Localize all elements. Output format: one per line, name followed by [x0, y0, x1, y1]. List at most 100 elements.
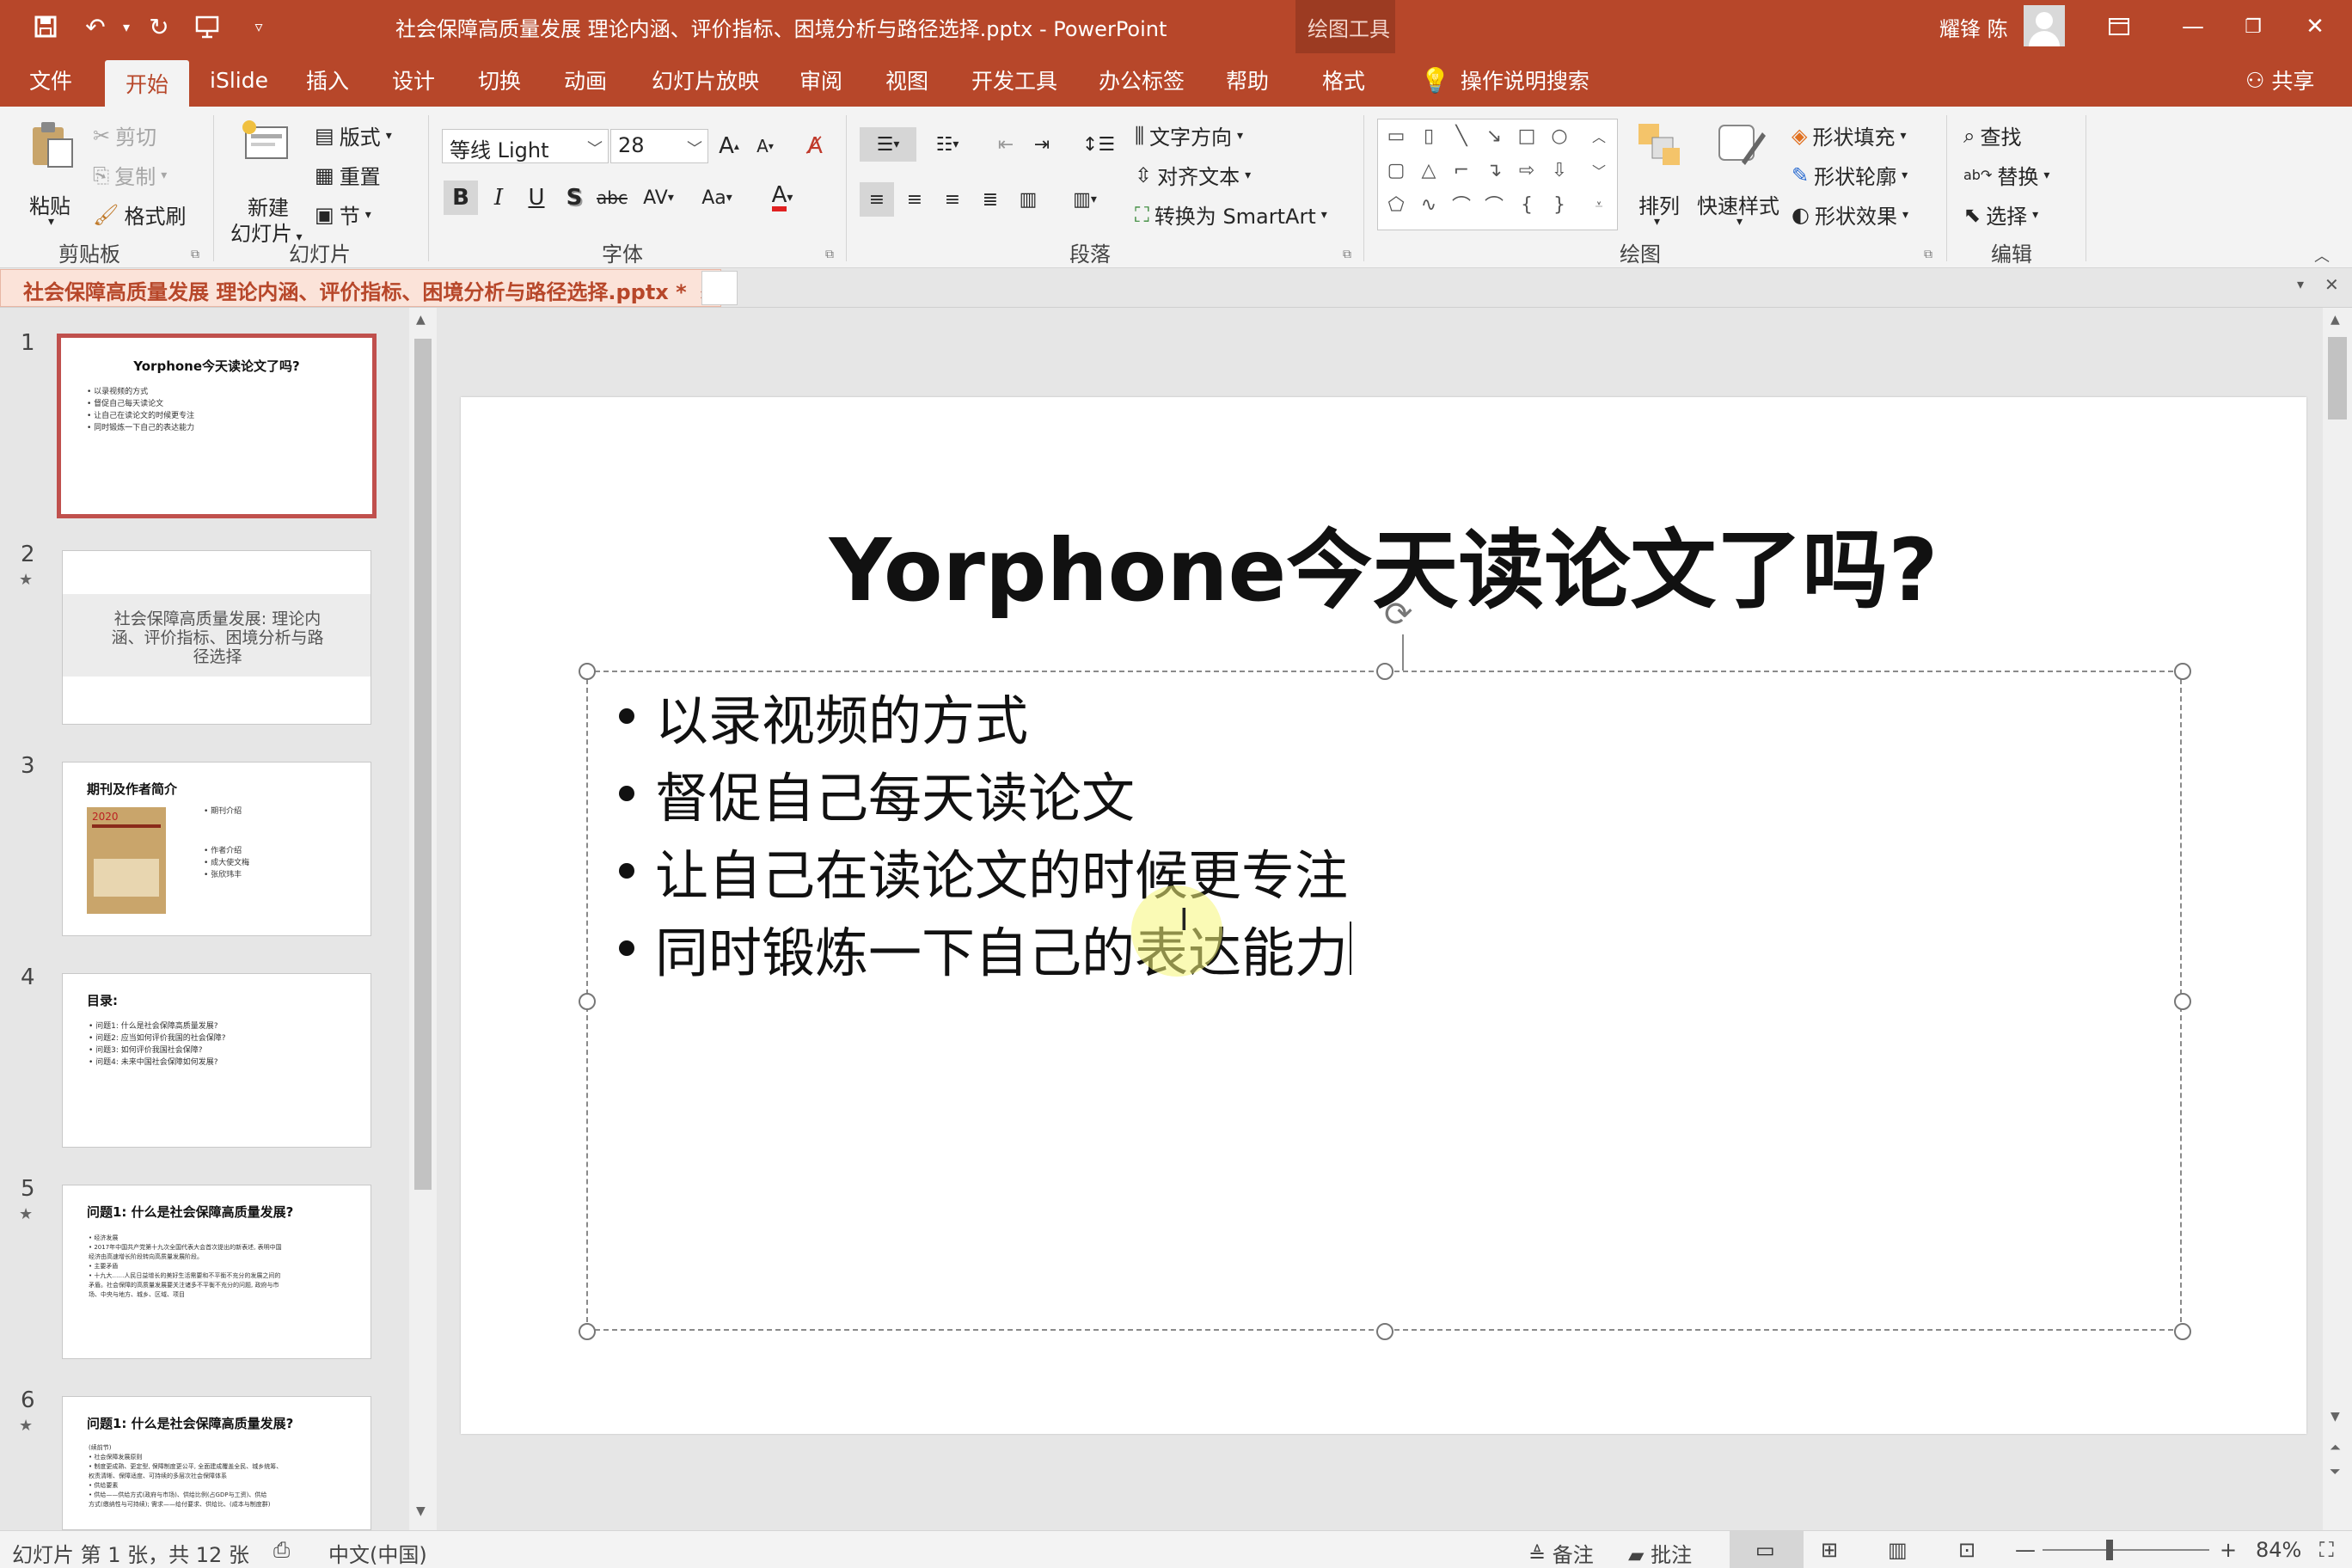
scroll-down-icon[interactable]: ▼: [2331, 1410, 2340, 1424]
tab-review[interactable]: 审阅: [799, 53, 842, 107]
tab-transitions[interactable]: 切换: [478, 53, 521, 107]
freeform-shape-icon[interactable]: ∿: [1414, 192, 1443, 217]
tab-islide[interactable]: iSlide: [210, 53, 268, 107]
textbox-shape-icon[interactable]: ▭: [1381, 123, 1411, 149]
clipboard-launcher-icon[interactable]: ⧉: [191, 248, 199, 261]
find-button[interactable]: ⌕ 查找: [1963, 120, 2021, 150]
align-text-button[interactable]: ⇳ 对齐文本 ▾: [1135, 160, 1251, 190]
elbow-arrow-shape-icon[interactable]: ↴: [1479, 157, 1509, 183]
align-center-button[interactable]: ≡: [897, 182, 932, 217]
resize-handle[interactable]: [1376, 1323, 1393, 1340]
reading-view-icon[interactable]: ▥: [1888, 1538, 1908, 1562]
shape-fill-button[interactable]: ◈ 形状填充 ▾: [1792, 120, 1907, 150]
comments-button[interactable]: ▰ 批注: [1628, 1538, 1692, 1568]
close-icon[interactable]: ✕: [2278, 0, 2352, 53]
tab-format[interactable]: 格式: [1322, 53, 1365, 107]
zoom-out-button[interactable]: —: [2015, 1538, 2036, 1562]
replace-button[interactable]: ab↷ 替换 ▾: [1963, 160, 2049, 190]
collapse-ribbon-icon[interactable]: ︿: [2314, 244, 2330, 266]
language-indicator[interactable]: 中文(中国): [328, 1538, 427, 1568]
italic-button[interactable]: I: [481, 181, 516, 215]
columns-button[interactable]: ▥ ▾: [1061, 182, 1109, 217]
save-icon[interactable]: [29, 10, 62, 43]
slide-thumbnail-4[interactable]: 目录: • 问题1: 什么是社会保障高质量发展? • 问题2: 应当如何评价我国…: [62, 973, 371, 1148]
slide-thumbnail-1[interactable]: Yorphone今天读论文了吗? • 以录视频的方式 • 督促自己每天读论文 •…: [57, 334, 377, 518]
ribbon-display-options-icon[interactable]: [2082, 0, 2156, 53]
new-slide-button[interactable]: 新建 幻灯片 ▾: [225, 119, 311, 246]
justify-button[interactable]: ≣: [973, 182, 1008, 217]
slide-thumbnail-3[interactable]: 期刊及作者简介 2020 • 期刊介绍 • 作者介绍 • 成大使文梅 • 张欣玮…: [62, 762, 371, 936]
shape-outline-button[interactable]: ✎ 形状轮廓 ▾: [1792, 160, 1908, 190]
font-size-combo[interactable]: 28 ﹀: [610, 129, 708, 163]
tab-developer[interactable]: 开发工具: [971, 53, 1057, 107]
tab-slideshow[interactable]: 幻灯片放映: [652, 53, 759, 107]
numbering-button[interactable]: ☷ ▾: [922, 127, 973, 162]
zoom-slider-thumb[interactable]: [2106, 1540, 2113, 1560]
quick-styles-button[interactable]: 快速样式 ▾: [1695, 119, 1790, 239]
content-textbox[interactable]: 以录视频的方式 督促自己每天读论文 让自己在读论文的时候更专注 同时锻炼一下自己…: [579, 663, 2191, 1340]
right-brace-shape-icon[interactable]: }: [1545, 192, 1574, 217]
shapes-gallery[interactable]: ▭ ▯ ╲ ↘ □ ○ ▢ △ ⌐ ↴ ⇨ ⇩ ⬠ ∿ ⌒ ⌒ { } ︿ ﹀ …: [1377, 119, 1618, 230]
redo-icon[interactable]: ↻: [143, 10, 175, 43]
previous-slide-icon[interactable]: ⏶: [2330, 1439, 2341, 1456]
tab-animations[interactable]: 动画: [564, 53, 607, 107]
line-spacing-icon[interactable]: ↕☰: [1075, 127, 1123, 162]
align-left-button[interactable]: ≡: [860, 182, 894, 217]
rotate-handle-icon[interactable]: ⟳: [1384, 595, 1413, 634]
convert-smartart-button[interactable]: ⛶ 转换为 SmartArt ▾: [1135, 199, 1327, 230]
user-avatar[interactable]: [2024, 5, 2065, 46]
tab-help[interactable]: 帮助: [1226, 53, 1269, 107]
text-shadow-button[interactable]: S: [557, 181, 591, 215]
resize-handle[interactable]: [579, 1323, 596, 1340]
increase-font-icon[interactable]: A ▴: [712, 129, 746, 163]
scroll-down-icon[interactable]: ▼: [416, 1504, 426, 1518]
right-arrow-shape-icon[interactable]: ⇨: [1512, 157, 1541, 183]
decrease-font-icon[interactable]: A ▾: [748, 129, 782, 163]
select-button[interactable]: ⬉ 选择 ▾: [1963, 199, 2038, 230]
distributed-button[interactable]: ▥: [1011, 182, 1045, 217]
shape-effects-button[interactable]: ◐ 形状效果 ▾: [1792, 199, 1908, 230]
clear-formatting-icon[interactable]: A̸: [798, 129, 832, 163]
tab-design[interactable]: 设计: [392, 53, 435, 107]
notes-button[interactable]: ≜ 备注: [1528, 1538, 1594, 1568]
editor-scrollbar[interactable]: ▲ ▼ ⏶ ⏷: [2323, 308, 2352, 1530]
left-brace-shape-icon[interactable]: {: [1512, 192, 1541, 217]
scroll-up-icon[interactable]: ▲: [416, 313, 426, 327]
customize-toolbar-icon[interactable]: ▿: [242, 10, 275, 43]
layout-button[interactable]: ▤ 版式 ▾: [315, 120, 392, 150]
vertical-textbox-shape-icon[interactable]: ▯: [1414, 123, 1443, 149]
curve-shape-icon[interactable]: ⌒: [1447, 192, 1476, 217]
oval-shape-icon[interactable]: ○: [1545, 123, 1574, 149]
rectangle-shape-icon[interactable]: □: [1512, 123, 1541, 149]
undo-icon[interactable]: ↶: [79, 10, 112, 43]
slideshow-view-icon[interactable]: ⊡: [1958, 1538, 1975, 1562]
decrease-indent-icon[interactable]: ⇤: [989, 127, 1023, 162]
close-document-icon[interactable]: ✕: [2324, 274, 2339, 295]
scroll-thumb[interactable]: [2328, 337, 2347, 420]
slide-canvas[interactable]: Yorphone今天读论文了吗? ⟳ 以录视频的方式 督促自己每天读论文 让自己…: [461, 397, 2306, 1434]
resize-handle[interactable]: [2174, 1323, 2191, 1340]
resize-handle[interactable]: [2174, 663, 2191, 680]
paste-button[interactable]: 粘贴 ▾: [22, 119, 91, 229]
arc-shape-icon[interactable]: ⌒: [1479, 192, 1509, 217]
tab-insert[interactable]: 插入: [306, 53, 349, 107]
arrow-line-shape-icon[interactable]: ↘: [1479, 123, 1509, 149]
present-from-start-icon[interactable]: [191, 10, 224, 43]
line-shape-icon[interactable]: ╲: [1447, 123, 1476, 149]
arrange-button[interactable]: 排列 ▾: [1632, 119, 1690, 239]
bullets-button[interactable]: ☰ ▾: [860, 127, 916, 162]
align-right-button[interactable]: ≡: [935, 182, 970, 217]
new-tab-button[interactable]: [701, 271, 738, 305]
copy-button[interactable]: ⎘ 复制 ▾: [93, 160, 167, 190]
undo-dropdown-icon[interactable]: ▾: [110, 10, 143, 43]
rounded-rect-shape-icon[interactable]: ▢: [1381, 157, 1411, 183]
scroll-up-icon[interactable]: ▲: [2331, 313, 2340, 327]
resize-handle[interactable]: [579, 993, 596, 1010]
elbow-connector-shape-icon[interactable]: ⌐: [1447, 157, 1476, 183]
thumbnail-scrollbar[interactable]: ▲ ▼: [409, 308, 437, 1530]
slide-thumbnail-6[interactable]: 问题1: 什么是社会保障高质量发展? (续前节) • 社会保障发展原则 • 制度…: [62, 1396, 371, 1530]
triangle-shape-icon[interactable]: △: [1414, 157, 1443, 183]
fit-to-window-icon[interactable]: ⛶: [2319, 1538, 2334, 1562]
strikethrough-button[interactable]: abc: [595, 181, 629, 215]
character-spacing-button[interactable]: AV ▾: [634, 181, 683, 215]
